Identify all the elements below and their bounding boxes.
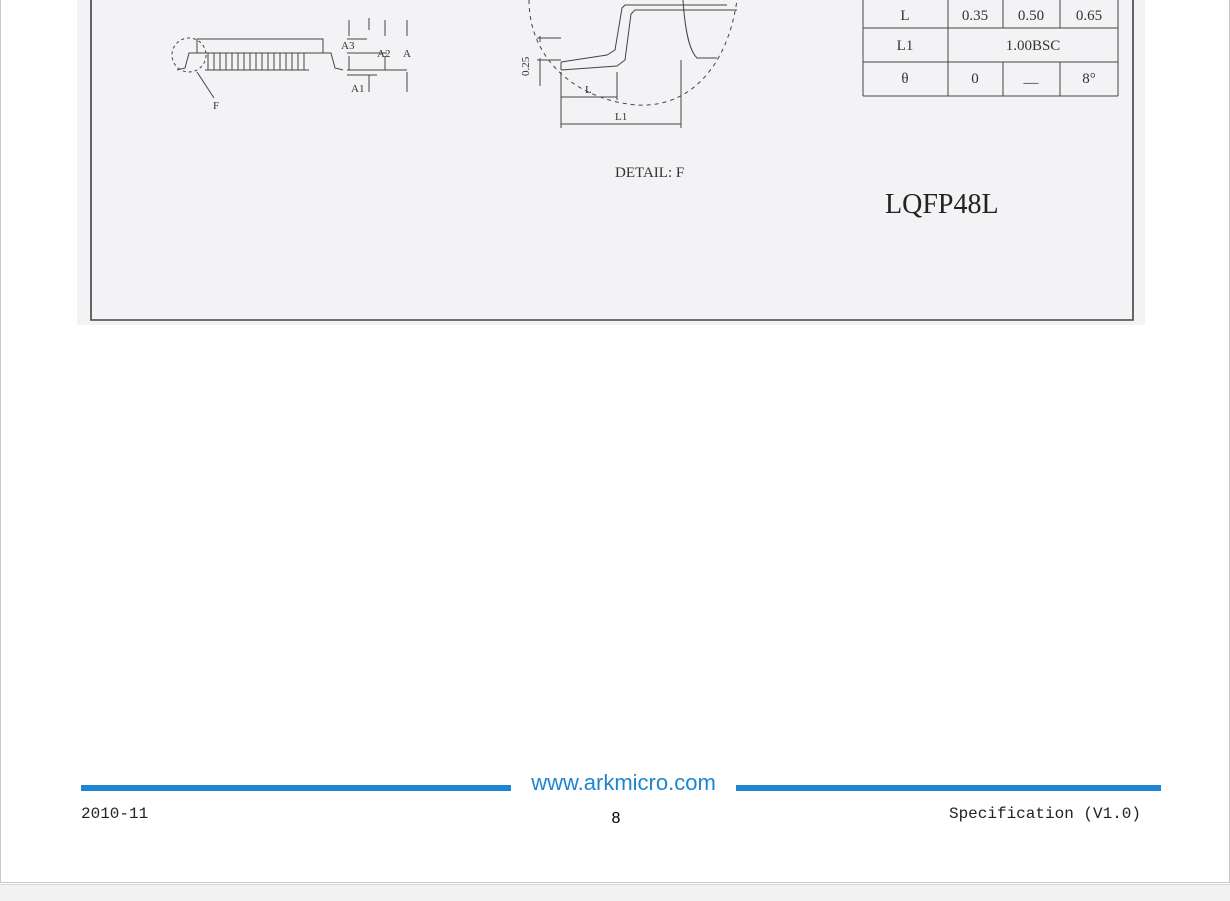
side-label-f: F bbox=[213, 100, 219, 112]
table-row-l-nom: 0.50 bbox=[1018, 8, 1044, 24]
detail-dim-l: L bbox=[585, 84, 592, 96]
detail-caption: DETAIL: F bbox=[615, 165, 684, 181]
package-drawing-scan: A3 A2 A A1 F 0.25 L L1 DETAIL: F L 0.35 … bbox=[77, 0, 1145, 325]
page-number: 8 bbox=[611, 810, 621, 827]
table-row-theta-min: 0 bbox=[971, 71, 979, 87]
detail-f-drawing bbox=[528, 0, 738, 128]
table-row-theta-max: 8° bbox=[1082, 71, 1096, 87]
footer-rule-left bbox=[81, 785, 511, 791]
package-drawing: A3 A2 A A1 F 0.25 L L1 DETAIL: F L 0.35 … bbox=[90, 0, 1134, 321]
table-row-l-min: 0.35 bbox=[962, 8, 988, 24]
table-row-theta-nom: — bbox=[1023, 75, 1040, 91]
footer-spec-version: Specification (V1.0) bbox=[948, 805, 1141, 823]
side-view-drawing bbox=[171, 18, 408, 99]
viewer-bottom-strip bbox=[0, 884, 1230, 901]
footer-website-link[interactable]: www.arkmicro.com bbox=[511, 770, 736, 796]
package-name: LQFP48L bbox=[885, 189, 999, 220]
table-row-theta-symbol: θ bbox=[901, 71, 908, 87]
side-dim-a: A bbox=[403, 48, 411, 60]
table-row-l1-symbol: L1 bbox=[897, 38, 914, 54]
side-dim-a3: A3 bbox=[341, 40, 355, 52]
detail-dim-l1: L1 bbox=[615, 111, 627, 123]
table-row-l-symbol: L bbox=[900, 8, 909, 24]
footer-rule-right bbox=[736, 785, 1161, 791]
side-dim-a1: A1 bbox=[351, 83, 364, 95]
footer-date: 2010-11 bbox=[81, 805, 149, 823]
document-page: A3 A2 A A1 F 0.25 L L1 DETAIL: F L 0.35 … bbox=[0, 0, 1230, 883]
detail-dim-025: 0.25 bbox=[520, 56, 532, 76]
table-row-l1-value: 1.00BSC bbox=[1006, 38, 1061, 54]
side-dim-a2: A2 bbox=[377, 48, 390, 60]
table-row-l-max: 0.65 bbox=[1076, 8, 1102, 24]
